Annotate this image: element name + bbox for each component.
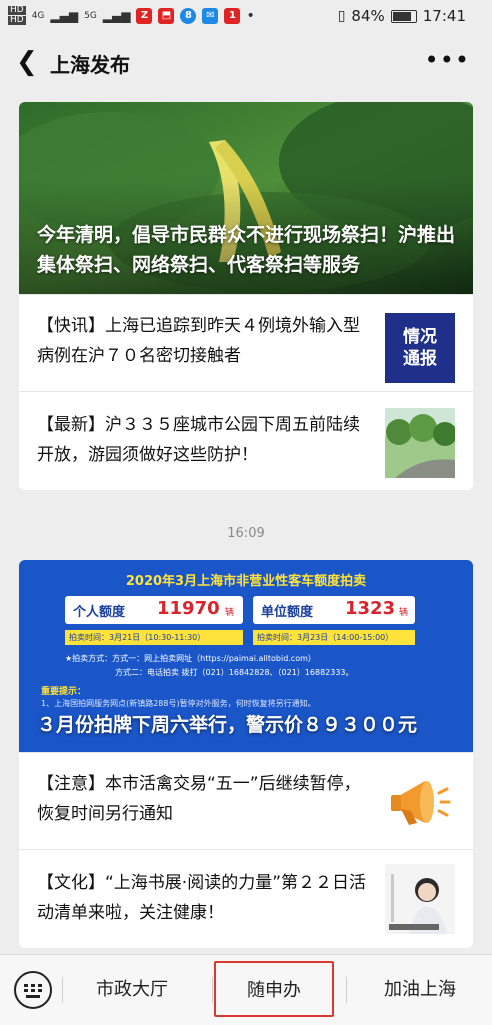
more-icon[interactable]: ••• (425, 46, 470, 74)
keyboard-icon[interactable] (14, 971, 52, 1009)
nav-bar: ❮ 上海发布 ••• (0, 34, 492, 92)
article-group-card: 今年清明，倡导市民群众不进行现场祭扫！沪推出集体祭扫、网络祭扫、代客祭扫等服务 … (19, 102, 473, 490)
dot-icon: • (246, 7, 255, 24)
auction-method-1: ★拍卖方式：方式一：网上拍卖网址（https://paimai.alltobid… (65, 654, 316, 663)
company-quota-value: 1323 (345, 598, 396, 619)
article-thumbnail (385, 408, 455, 478)
auction-method-2: 方式二：电话拍卖 拨打（021）16842828、（021）16882333。 (115, 668, 354, 677)
company-quota-label: 单位额度 (261, 605, 314, 620)
article-thumbnail: 情况通报 (385, 313, 455, 383)
hd-badge: HD (8, 15, 26, 25)
poster-heading: 2020年3月上海市非营业性客车额度拍卖 (125, 574, 367, 589)
signal-icon: ▂▄▆ (50, 8, 79, 23)
personal-quota-unit: 辆 (225, 608, 235, 618)
tab-suishenban[interactable]: 随申办 (214, 961, 334, 1017)
clock: 17:41 (422, 7, 466, 25)
divider (212, 977, 213, 1003)
hero-title: ３月份拍牌下周六举行，警示价８９３００元 (37, 714, 418, 736)
list-item[interactable]: 【最新】沪３３５座城市公园下周五前陆续开放，游园须做好这些防护！ (19, 391, 473, 490)
app-notification-icon: 1 (224, 7, 241, 24)
personal-quota-box: 个人额度 11970 辆 (65, 596, 243, 624)
status-left: HD HD 4G ▂▄▆ 5G ▂▄▆ Z ⬒ 8 ✉ 1 • (8, 6, 255, 25)
article-title: 【最新】沪３３５座城市公园下周五前陆续开放，游园须做好这些防护！ (37, 415, 360, 465)
article-title: 【文化】“上海书展·阅读的力量”第２２日活动清单来啦，关注健康！ (37, 873, 367, 923)
personal-auction-time: 拍卖时间：3月21日（10:30-11:30） (65, 630, 243, 645)
timestamp: 16:09 (227, 526, 265, 541)
hd-badge: HD (8, 5, 26, 15)
vibrate-icon: ▯ (337, 8, 346, 24)
article-group-card: 2020年3月上海市非营业性客车额度拍卖 个人额度 11970 辆 单位额度 1… (19, 560, 473, 948)
company-quota-box: 单位额度 1323 辆 (253, 596, 415, 624)
app-notification-icon: 8 (180, 7, 197, 24)
article-title: 【快讯】上海已追踪到昨天４例境外输入型病例在沪７０名密切接触者 (37, 316, 360, 366)
app-notification-icon: ✉ (202, 7, 219, 24)
page-title: 上海发布 (50, 53, 130, 77)
personal-quota-value: 11970 (157, 598, 220, 619)
back-arrow-icon[interactable]: ❮ (16, 48, 38, 76)
tab-jiayou-shanghai[interactable]: 加油上海 (350, 955, 490, 1025)
list-item[interactable]: 【快讯】上海已追踪到昨天４例境外输入型病例在沪７０名密切接触者 情况通报 (19, 294, 473, 391)
company-auction-time: 拍卖时间：3月23日（14:00-15:00） (253, 630, 415, 645)
personal-quota-label: 个人额度 (73, 605, 126, 620)
article-title: 【注意】本市活禽交易“五一”后继续暂停，恢复时间另行通知 (37, 774, 361, 824)
battery-percent: 84% (351, 7, 385, 25)
divider (346, 977, 347, 1003)
thumb-text: 情况通报 (403, 327, 437, 369)
signal-4g: 4G (31, 10, 45, 21)
bottom-menu-bar: 市政大厅 随申办 加油上海 (0, 954, 492, 1025)
list-item[interactable]: 【文化】“上海书展·阅读的力量”第２２日活动清单来啦，关注健康！ (19, 849, 473, 948)
app-notification-icon: ⬒ (158, 7, 175, 24)
article-thumbnail (385, 864, 455, 934)
hero-article[interactable]: 今年清明，倡导市民群众不进行现场祭扫！沪推出集体祭扫、网络祭扫、代客祭扫等服务 (19, 102, 473, 294)
status-right: ▯ 84% 17:41 (338, 7, 466, 25)
app-notification-icon: Z (136, 7, 153, 24)
battery-icon (390, 9, 417, 23)
signal-icon: ▂▄▆ (102, 8, 131, 23)
company-quota-unit: 辆 (399, 608, 409, 618)
megaphone-icon (385, 767, 455, 837)
status-bar: HD HD 4G ▂▄▆ 5G ▂▄▆ Z ⬒ 8 ✉ 1 • ▯ 84% 17… (0, 0, 492, 34)
notice-title: 重要提示： (41, 687, 87, 697)
tab-municipal-hall[interactable]: 市政大厅 (64, 955, 200, 1025)
hero-article[interactable]: 2020年3月上海市非营业性客车额度拍卖 个人额度 11970 辆 单位额度 1… (19, 560, 473, 752)
signal-5g: 5G (84, 10, 97, 21)
divider (62, 977, 63, 1003)
list-item[interactable]: 【注意】本市活禽交易“五一”后继续暂停，恢复时间另行通知 (19, 752, 473, 849)
notice-text: 1、上海国拍网服务网点(新镇路288号)暂停对外服务，何时恢复将另行通知。 (41, 699, 316, 708)
hero-title: 今年清明，倡导市民群众不进行现场祭扫！沪推出集体祭扫、网络祭扫、代客祭扫等服务 (37, 224, 456, 276)
